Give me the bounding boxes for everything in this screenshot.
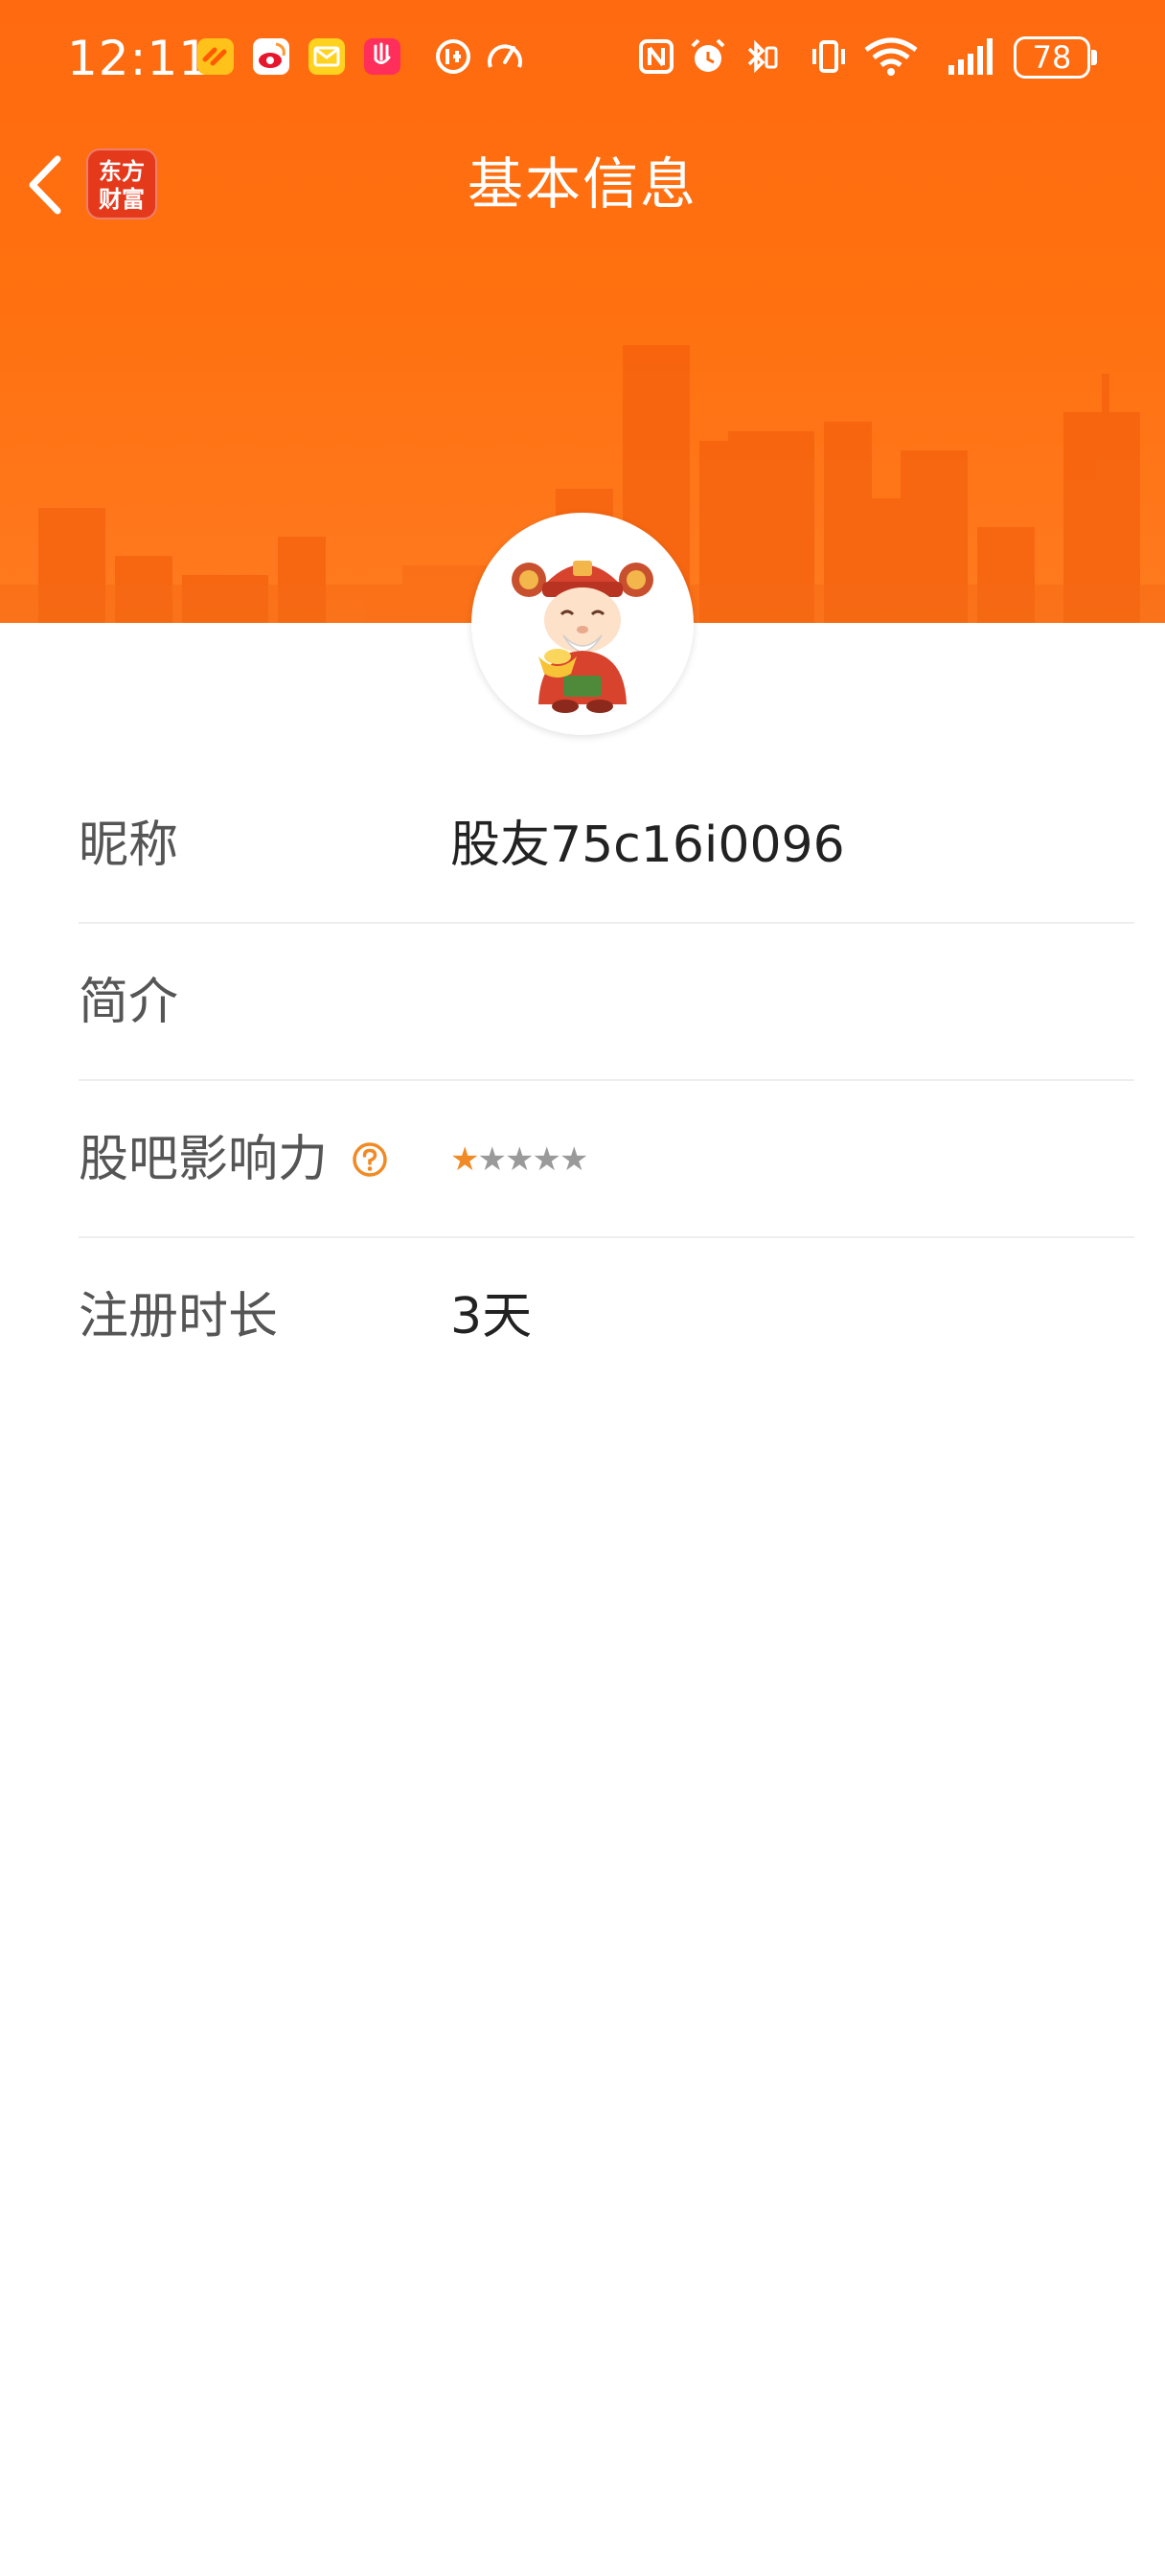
nickname-row[interactable]: 昵称 股友75c16i0096 xyxy=(79,767,1134,924)
speed-icon xyxy=(488,44,522,68)
bio-label: 简介 xyxy=(79,974,179,1031)
bluetooth-icon xyxy=(747,39,778,74)
battery-indicator: 78 xyxy=(1014,36,1090,79)
app-icon xyxy=(364,38,400,75)
weibo-icon xyxy=(253,38,289,75)
user-avatar[interactable] xyxy=(471,513,694,735)
nickname-value: 股友75c16i0096 xyxy=(450,816,845,874)
signal-icon xyxy=(948,38,993,75)
alarm-icon xyxy=(691,38,725,72)
profile-info-list: 昵称 股友75c16i0096 简介 股吧影响力 ★★★★★ 注册时长 3天 xyxy=(79,767,1134,1395)
star-filled-icon: ★ xyxy=(450,1140,480,1179)
influence-label: 股吧影响力 xyxy=(79,1131,329,1188)
caishen-avatar-icon xyxy=(512,561,653,713)
status-time: 12:11 xyxy=(67,31,211,86)
star-empty-icon: ★ xyxy=(532,1140,561,1179)
data-saver-icon xyxy=(436,39,470,74)
registration-label: 注册时长 xyxy=(79,1288,279,1346)
star-empty-icon: ★ xyxy=(477,1140,507,1179)
nfc-icon xyxy=(639,39,674,74)
mail-icon xyxy=(308,38,345,75)
page-title: 基本信息 xyxy=(467,151,697,217)
taobao-icon xyxy=(197,38,234,75)
registration-row: 注册时长 3天 xyxy=(79,1238,1134,1395)
influence-row: 股吧影响力 ★★★★★ xyxy=(79,1081,1134,1238)
star-empty-icon: ★ xyxy=(504,1140,535,1179)
vibrate-icon xyxy=(812,40,845,73)
star-empty-icon: ★ xyxy=(559,1140,589,1179)
status-bar: 12:11 78 xyxy=(0,0,1165,115)
help-icon[interactable] xyxy=(351,1140,389,1179)
wifi-icon xyxy=(864,37,918,76)
influence-stars: ★★★★★ xyxy=(450,1081,589,1238)
bio-row[interactable]: 简介 xyxy=(79,924,1134,1081)
battery-tip xyxy=(1091,50,1097,65)
registration-value: 3天 xyxy=(450,1288,533,1346)
nickname-label: 昵称 xyxy=(79,816,179,874)
